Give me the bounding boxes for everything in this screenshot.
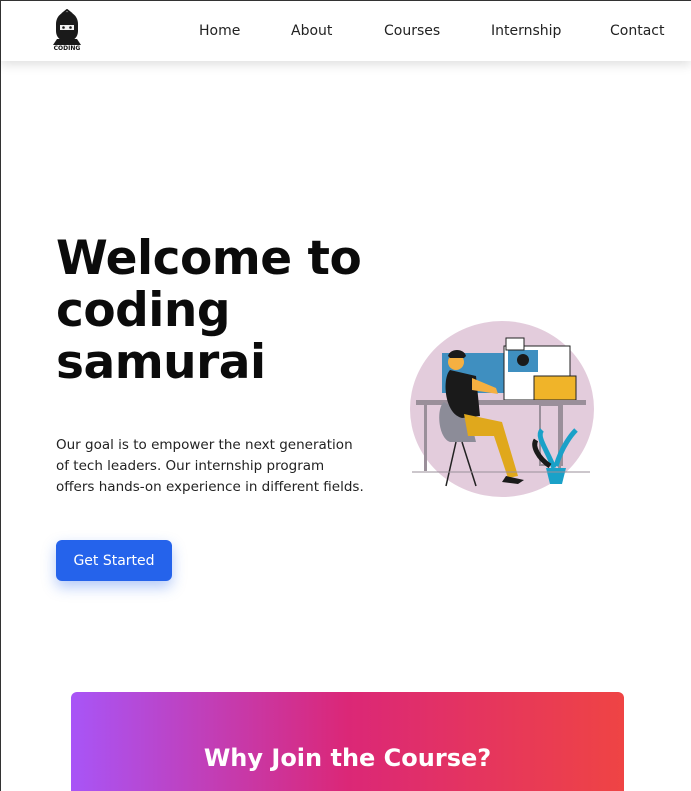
nav-internship-link[interactable]: Internship bbox=[491, 23, 561, 39]
navbar: CODING Home About Courses Internship Con… bbox=[1, 0, 691, 61]
nav-about-link[interactable]: About bbox=[291, 23, 332, 39]
samurai-logo-icon bbox=[53, 8, 81, 45]
hero-illustration bbox=[406, 318, 598, 500]
nav-contact-link[interactable]: Contact bbox=[610, 23, 664, 39]
nav-courses-link[interactable]: Courses bbox=[384, 23, 440, 39]
get-started-button[interactable]: Get Started bbox=[56, 540, 172, 581]
logo-text: CODING bbox=[53, 45, 81, 52]
hero-title: Welcome to coding samurai bbox=[56, 231, 362, 390]
hero-description: Our goal is to empower the next generati… bbox=[56, 437, 364, 495]
why-join-section: Why Join the Course? bbox=[71, 692, 624, 791]
logo[interactable]: CODING bbox=[48, 8, 86, 55]
nav-home-link[interactable]: Home bbox=[199, 23, 240, 39]
developer-at-desk-illustration bbox=[410, 321, 594, 497]
why-join-title: Why Join the Course? bbox=[203, 744, 492, 772]
